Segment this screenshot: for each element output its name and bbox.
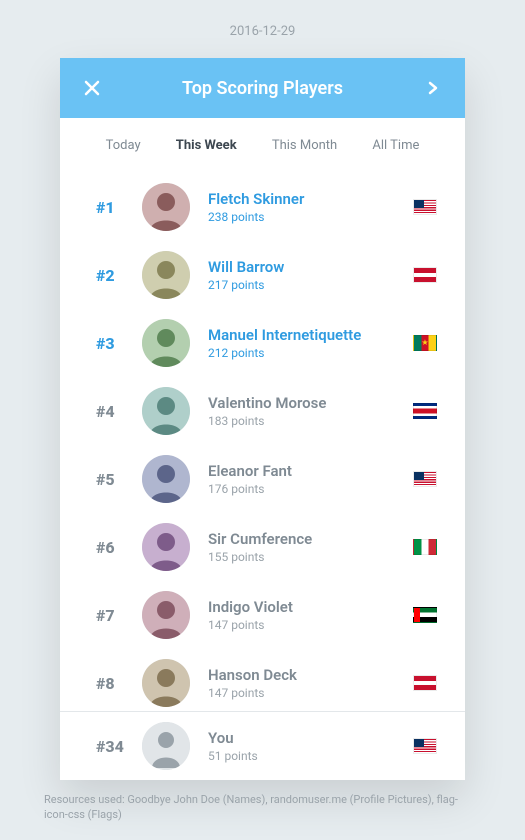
player-info: Valentino Morose 183 points [190,394,413,428]
player-name: You [208,729,413,747]
player-info: Manuel Internetiquette 212 points [190,326,413,360]
tab-this-week[interactable]: This Week [172,136,241,155]
avatar [142,319,190,367]
flag-icon [413,335,437,351]
player-points: 147 points [208,618,413,632]
player-info: Sir Cumference 155 points [190,530,413,564]
player-name: Eleanor Fant [208,462,413,480]
flag-icon [413,738,437,754]
rank-label: #3 [96,334,142,353]
time-range-tabs: Today This Week This Month All Time [60,118,465,169]
flag-icon [413,607,437,623]
avatar [142,455,190,503]
card-title: Top Scoring Players [182,78,343,99]
avatar [142,722,190,770]
leaderboard-rows: #1 Fletch Skinner 238 points #2 Will Barrow 2… [60,169,465,780]
leaderboard-row[interactable]: #6 Sir Cumference 155 points [60,513,465,581]
rank-label: #8 [96,674,142,693]
player-info: Will Barrow 217 points [190,258,413,292]
leaderboard-row[interactable]: #8 Hanson Deck 147 points [60,649,465,717]
leaderboard-row[interactable]: #3 Manuel Internetiquette 212 points [60,309,465,377]
avatar [142,523,190,571]
avatar [142,591,190,639]
avatar [142,659,190,707]
chevron-right-icon [426,81,440,95]
player-info: Fletch Skinner 238 points [190,190,413,224]
close-icon [84,80,100,96]
flag-icon [413,471,437,487]
player-info: You 51 points [190,729,413,763]
player-info: Eleanor Fant 176 points [190,462,413,496]
player-name: Fletch Skinner [208,190,413,208]
tab-today[interactable]: Today [102,136,145,155]
player-points: 155 points [208,550,413,564]
leaderboard-card: Top Scoring Players Today This Week This M… [60,58,465,780]
player-points: 212 points [208,346,413,360]
player-name: Sir Cumference [208,530,413,548]
player-points: 176 points [208,482,413,496]
rank-label: #34 [96,737,142,756]
player-name: Indigo Violet [208,598,413,616]
rank-label: #5 [96,470,142,489]
flag-icon [413,199,437,215]
player-name: Will Barrow [208,258,413,276]
leaderboard-row[interactable]: #5 Eleanor Fant 176 points [60,445,465,513]
player-name: Valentino Morose [208,394,413,412]
rank-label: #4 [96,402,142,421]
player-info: Hanson Deck 147 points [190,666,413,700]
leaderboard-row[interactable]: #2 Will Barrow 217 points [60,241,465,309]
avatar [142,251,190,299]
tab-this-month[interactable]: This Month [268,136,341,155]
rank-label: #1 [96,198,142,217]
tab-all-time[interactable]: All Time [368,136,423,155]
player-info: Indigo Violet 147 points [190,598,413,632]
leaderboard-row[interactable]: #7 Indigo Violet 147 points [60,581,465,649]
player-name: Hanson Deck [208,666,413,684]
avatar [142,183,190,231]
rank-label: #2 [96,266,142,285]
avatar [142,387,190,435]
rank-label: #7 [96,606,142,625]
close-button[interactable] [68,58,116,118]
card-header: Top Scoring Players [60,58,465,118]
player-points: 217 points [208,278,413,292]
player-points: 147 points [208,686,413,700]
flag-icon [413,539,437,555]
resources-footer: Resources used: Goodbye John Doe (Names)… [44,792,481,823]
leaderboard-row[interactable]: #4 Valentino Morose 183 points [60,377,465,445]
leaderboard-row[interactable]: #1 Fletch Skinner 238 points [60,173,465,241]
player-points: 183 points [208,414,413,428]
flag-icon [413,675,437,691]
player-points: 238 points [208,210,413,224]
next-button[interactable] [409,58,457,118]
rank-label: #6 [96,538,142,557]
leaderboard-row-you[interactable]: #34 You 51 points [60,712,465,780]
player-name: Manuel Internetiquette [208,326,413,344]
flag-icon [413,403,437,419]
page-date: 2016-12-29 [0,0,525,39]
player-points: 51 points [208,749,413,763]
flag-icon [413,267,437,283]
